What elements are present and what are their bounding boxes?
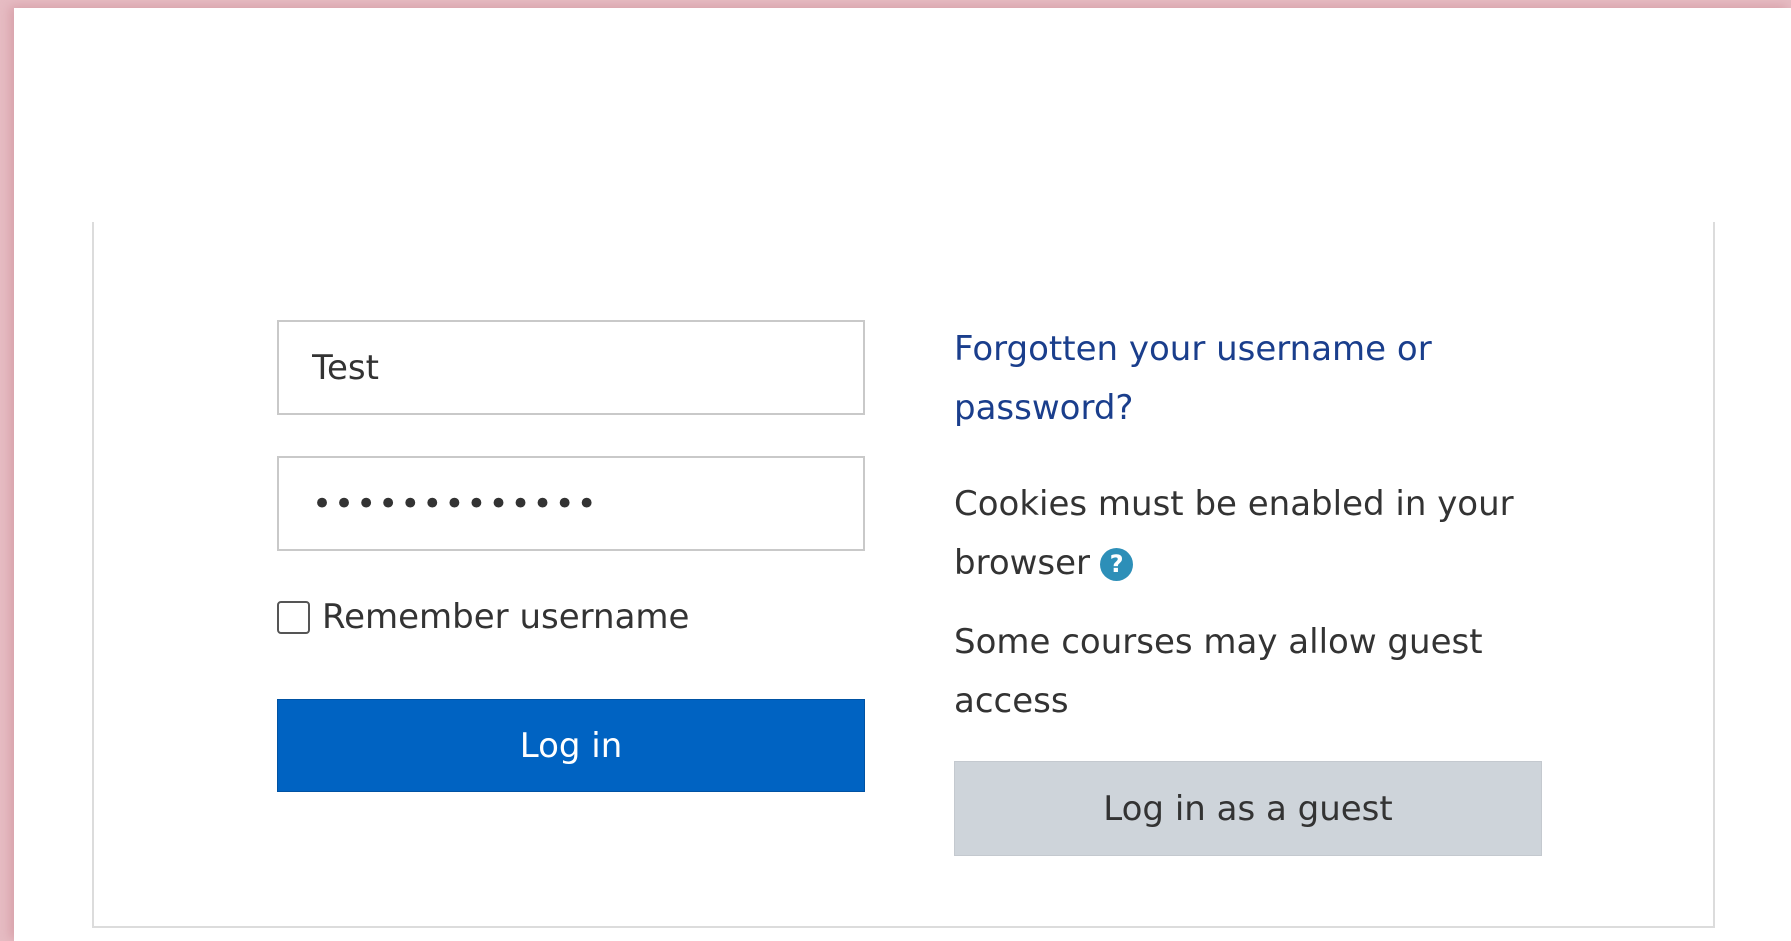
remember-username-row[interactable]: Remember username	[277, 597, 865, 637]
guest-login-button[interactable]: Log in as a guest	[954, 761, 1542, 856]
login-card: Remember username Log in Forgotten your …	[92, 222, 1715, 928]
cookies-notice-text: Cookies must be enabled in your browser	[954, 484, 1514, 583]
username-input[interactable]	[277, 320, 865, 415]
password-input[interactable]	[277, 456, 865, 551]
cookies-notice: Cookies must be enabled in your browser?	[954, 475, 1554, 593]
question-circle-icon[interactable]: ?	[1100, 548, 1134, 581]
guest-access-notice: Some courses may allow guest access	[954, 622, 1483, 721]
login-form: Remember username Log in	[277, 320, 865, 792]
remember-username-label[interactable]: Remember username	[322, 597, 689, 637]
remember-username-checkbox[interactable]	[277, 600, 310, 634]
login-button[interactable]: Log in	[277, 699, 865, 792]
login-info-column: Forgotten your username or password? Coo…	[954, 320, 1594, 856]
forgot-password-link[interactable]: Forgotten your username or password?	[954, 320, 1514, 438]
page: Remember username Log in Forgotten your …	[14, 8, 1791, 941]
